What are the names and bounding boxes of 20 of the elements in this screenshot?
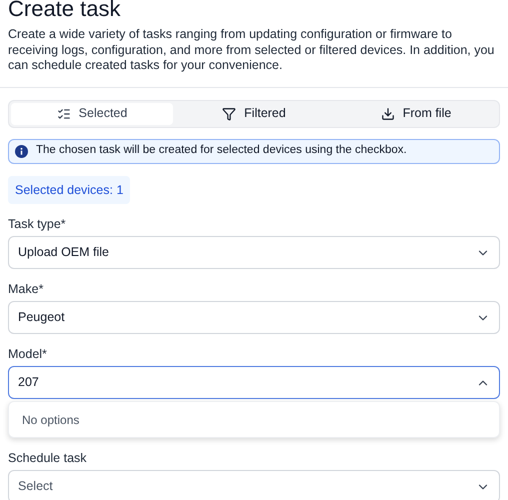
page-title: Create task — [8, 0, 122, 21]
select-field[interactable]: Select — [8, 470, 500, 500]
download-icon — [380, 106, 395, 120]
field-label: Model* — [8, 347, 48, 362]
field-label: Make* — [8, 282, 44, 298]
select-field[interactable]: 207 — [8, 366, 500, 400]
no-options-text: No options — [22, 412, 80, 429]
tab[interactable]: Selected — [11, 102, 173, 124]
field-label: Schedule task — [8, 451, 88, 466]
tab[interactable]: Filtered — [173, 102, 335, 124]
tab[interactable]: From file — [335, 102, 497, 124]
selected-devices-badge: Selected devices: 1 — [8, 176, 130, 204]
field-label: Task type* — [8, 217, 67, 232]
select-field[interactable]: Upload OEM file — [8, 236, 500, 270]
info-icon — [15, 144, 28, 158]
info-text: The chosen task will be created for selected devices using the checkbox. — [36, 143, 407, 158]
select-field[interactable]: Peugeot — [8, 301, 500, 334]
list-check-icon — [56, 106, 71, 120]
description-text: Create a wide variety of tasks ranging from updating configuration or firmware to receiving logs, configuration, and more from selected or filtered devices. In addition, you can schedule created tasks for your convenience. — [8, 27, 496, 74]
filter-icon — [222, 106, 236, 120]
